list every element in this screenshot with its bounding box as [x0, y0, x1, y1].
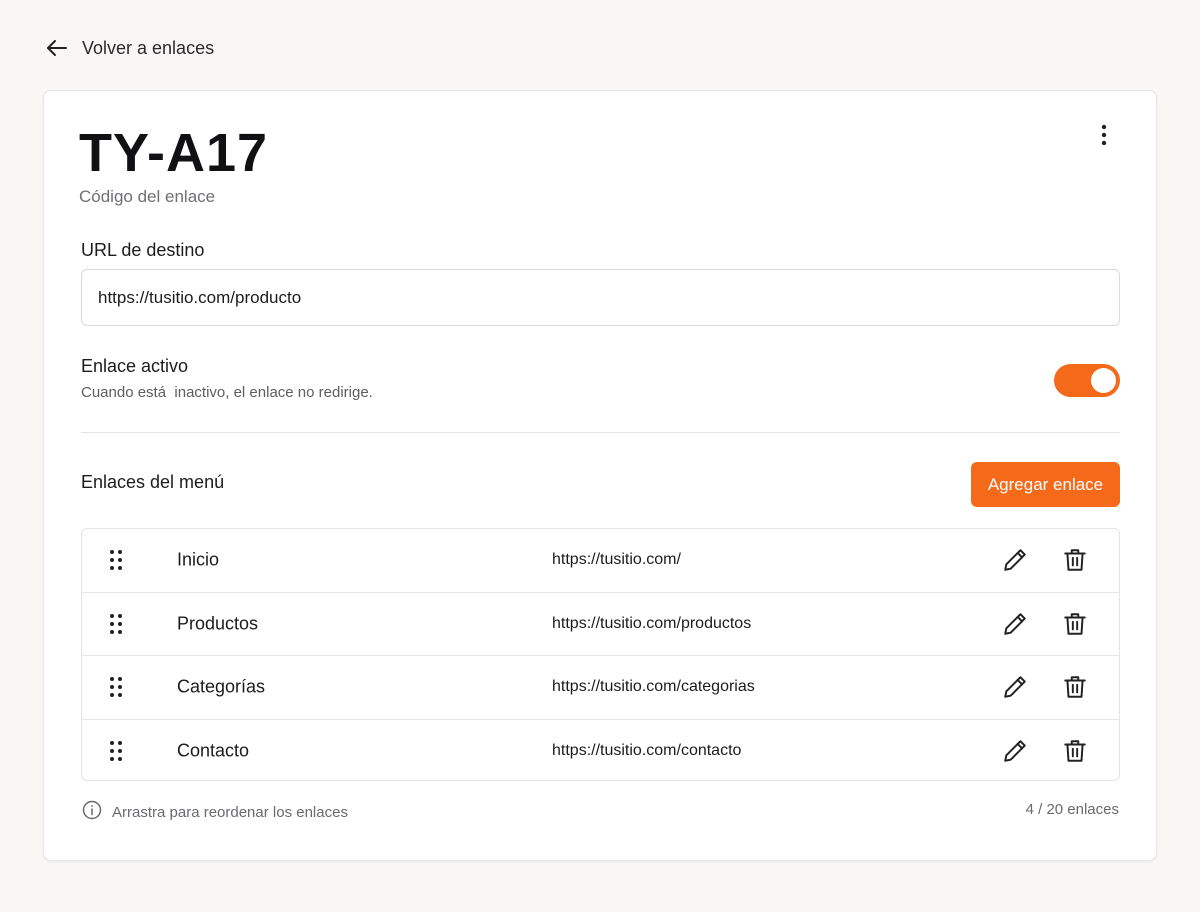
section-divider — [81, 432, 1120, 433]
edit-icon[interactable] — [1002, 674, 1028, 700]
active-toggle-switch[interactable] — [1054, 364, 1120, 397]
menu-links-table: Inicio https://tusitio.com/ Productos ht… — [81, 528, 1120, 781]
drag-handle-icon[interactable] — [108, 549, 124, 571]
active-toggle-title: Enlace activo — [81, 356, 189, 376]
edit-icon[interactable] — [1002, 611, 1028, 637]
add-link-button[interactable]: Agregar enlace — [971, 462, 1120, 507]
drag-handle-icon[interactable] — [108, 740, 124, 762]
trash-icon[interactable] — [1062, 738, 1088, 764]
info-icon — [82, 800, 102, 825]
link-detail-card: TY-A17 Código del enlace URL de destino … — [43, 90, 1157, 861]
menu-links-title: Enlaces del menú — [81, 472, 225, 492]
drag-handle-icon[interactable] — [108, 613, 124, 635]
destination-url-input[interactable] — [81, 269, 1120, 326]
link-url: https://tusitio.com/ — [552, 551, 681, 569]
link-name: Inicio — [177, 549, 220, 570]
more-options-button[interactable] — [1092, 124, 1116, 151]
link-url: https://tusitio.com/contacto — [552, 742, 742, 760]
back-link[interactable]: Volver a enlaces — [46, 34, 214, 62]
link-code-caption: Código del enlace — [79, 187, 216, 206]
table-row: Productos https://tusitio.com/productos — [82, 593, 1119, 656]
drag-handle-icon[interactable] — [108, 676, 124, 698]
trash-icon[interactable] — [1062, 611, 1088, 637]
trash-icon[interactable] — [1062, 674, 1088, 700]
kebab-menu-icon — [1101, 124, 1107, 151]
active-toggle-description: Cuando está inactivo, el enlace no redir… — [81, 384, 373, 401]
table-row: Contacto https://tusitio.com/contacto — [82, 720, 1119, 781]
link-name: Contacto — [177, 740, 250, 761]
destination-url-label: URL de destino — [81, 240, 205, 260]
table-row: Categorías https://tusitio.com/categoria… — [82, 656, 1119, 720]
toggle-knob — [1091, 368, 1116, 393]
reorder-hint: Arrastra para reordenar los enlaces — [82, 800, 348, 825]
edit-icon[interactable] — [1002, 547, 1028, 573]
link-count: 4 / 20 enlaces — [1025, 801, 1119, 818]
back-link-label: Volver a enlaces — [82, 37, 215, 58]
reorder-hint-text: Arrastra para reordenar los enlaces — [112, 804, 348, 821]
edit-icon[interactable] — [1002, 738, 1028, 764]
link-name: Categorías — [177, 676, 266, 697]
link-code-title: TY-A17 — [79, 123, 269, 183]
link-url: https://tusitio.com/categorias — [552, 678, 755, 696]
link-name: Productos — [177, 613, 259, 634]
trash-icon[interactable] — [1062, 547, 1088, 573]
table-row: Inicio https://tusitio.com/ — [82, 529, 1119, 593]
arrow-left-icon — [46, 39, 68, 57]
link-url: https://tusitio.com/productos — [552, 614, 752, 632]
